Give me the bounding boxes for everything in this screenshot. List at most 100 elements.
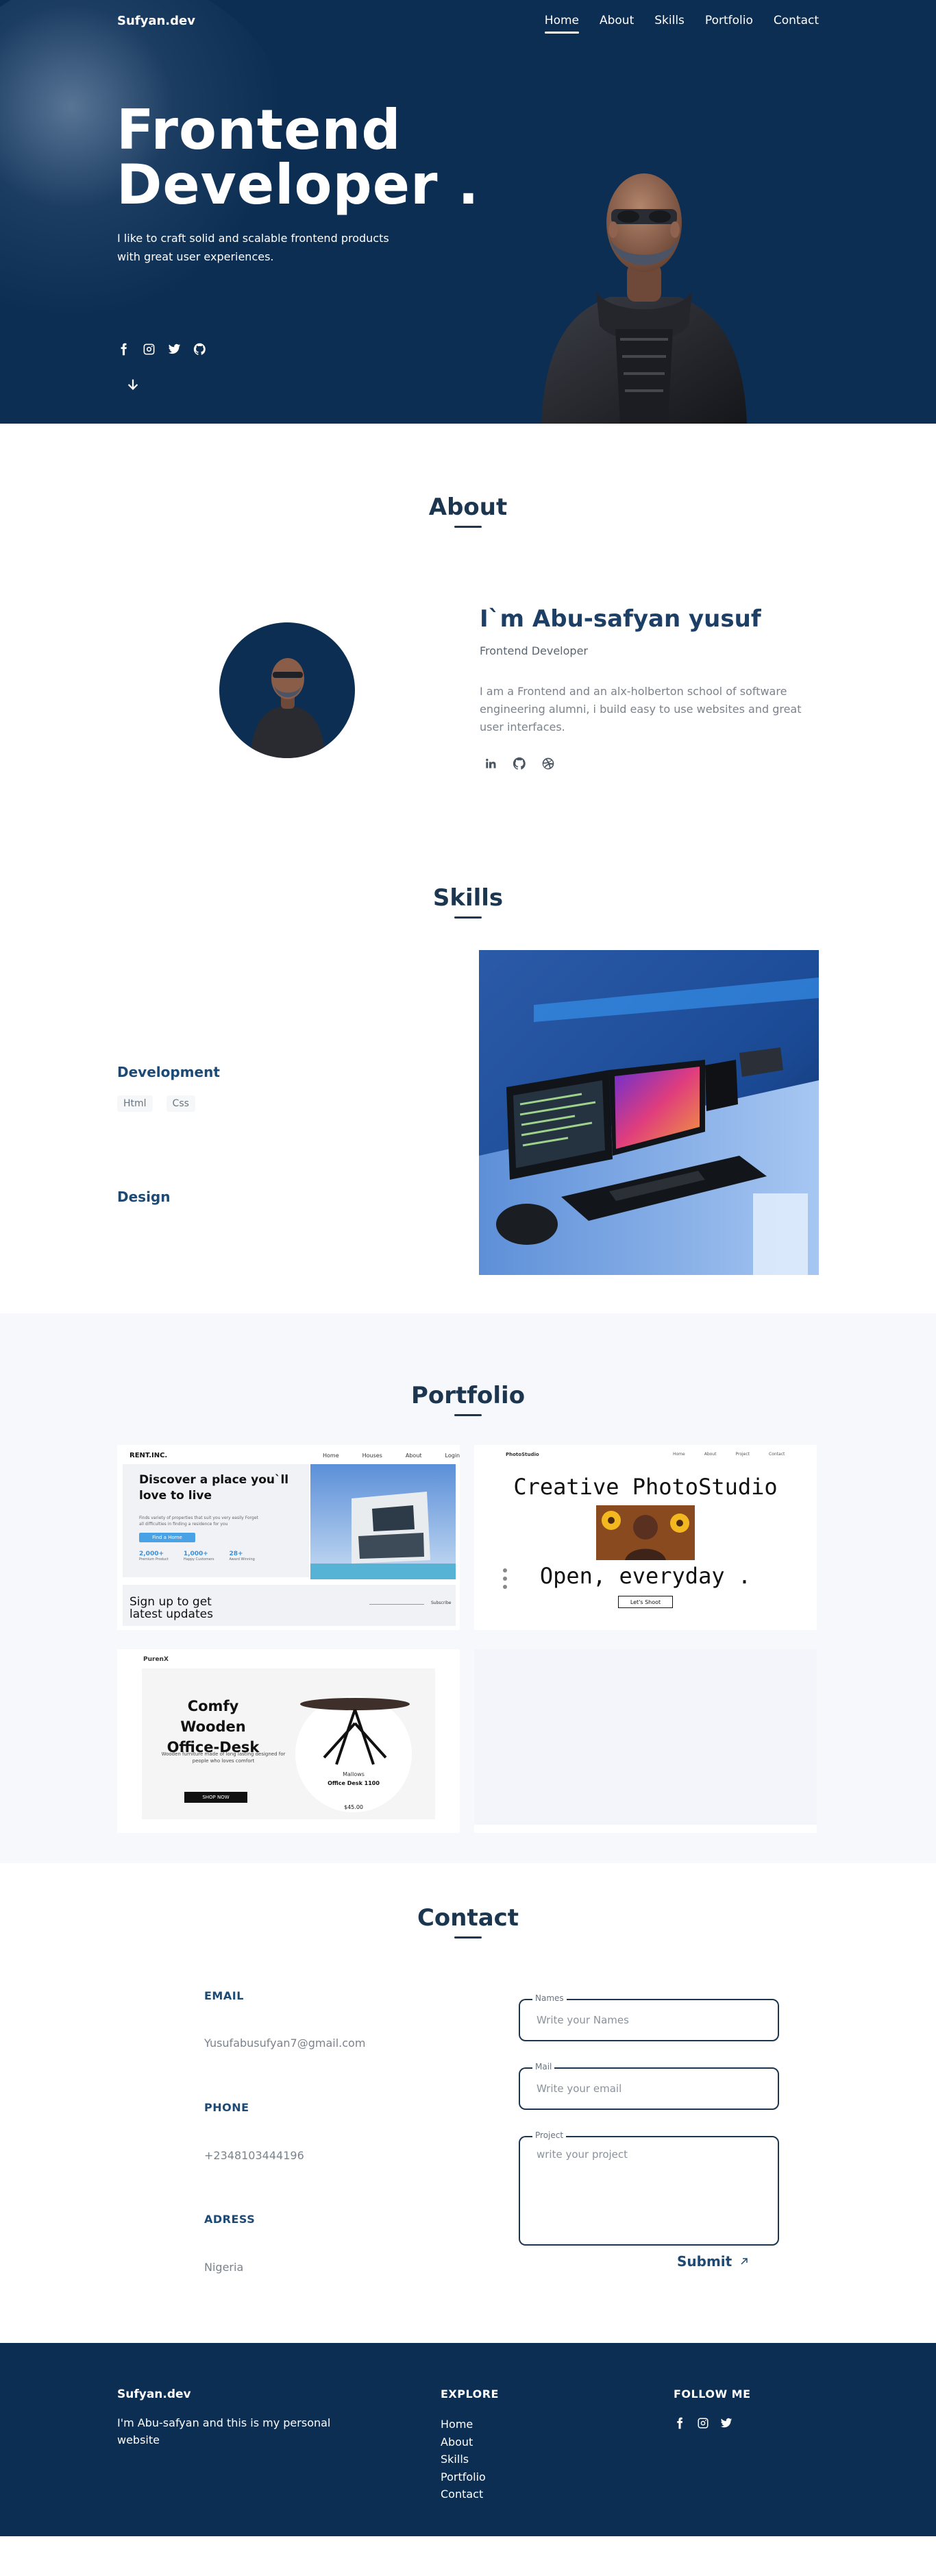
hero-social-links: [117, 343, 206, 356]
portfolio-title: Portfolio: [410, 1382, 526, 1409]
github-icon[interactable]: [193, 343, 206, 356]
workspace-photo: [479, 950, 819, 1275]
pager-dot: [503, 1585, 507, 1589]
arrow-up-right-icon: [739, 2256, 750, 2267]
portfolio-card-purenx[interactable]: PurenX Comfy Wooden Office-Desk Wooden f…: [117, 1649, 460, 1833]
skill-tag: Css: [166, 1095, 195, 1112]
about-avatar: [219, 622, 355, 758]
footer-brand[interactable]: Sufyan.dev: [117, 2387, 191, 2401]
dribbble-icon[interactable]: [541, 757, 555, 770]
photostudio-dots: [503, 1568, 507, 1589]
footer-link-contact[interactable]: Contact: [441, 2486, 486, 2503]
photostudio-heading: Creative PhotoStudio: [513, 1474, 778, 1500]
rent-nav-item: About: [405, 1453, 422, 1459]
photostudio-portrait: [596, 1505, 695, 1560]
footer-explore-heading: EXPLORE: [441, 2387, 499, 2401]
photostudio-nav-item: Contact: [769, 1452, 785, 1457]
nav-item-home[interactable]: Home: [544, 14, 580, 34]
project-textarea[interactable]: [520, 2137, 778, 2244]
pager-dot: [503, 1577, 507, 1581]
footer-link-skills[interactable]: Skills: [441, 2451, 486, 2468]
purenx-body: Wooden furniture made of long lasting de…: [161, 1751, 286, 1764]
rent-signup-heading: Sign up to get latest updates: [130, 1595, 213, 1621]
address-label: ADRESS: [204, 2213, 256, 2226]
rent-nav: Home Houses About Login: [323, 1453, 460, 1459]
photostudio-brand: PhotoStudio: [506, 1452, 539, 1457]
hero-section: Sufyan.dev Home About Skills Portfolio C…: [0, 0, 936, 424]
photostudio-nav: Home About Project Contact: [673, 1452, 785, 1457]
rent-signup: Sign up to get latest updates Subscribe: [123, 1585, 456, 1626]
portfolio-section: Portfolio RENT.INC. Home Houses About Lo…: [0, 1313, 936, 1863]
portfolio-card-photostudio[interactable]: PhotoStudio Home About Project Contact C…: [474, 1445, 817, 1630]
rent-nav-item: Houses: [362, 1453, 382, 1459]
rent-heading: Discover a place you`ll love to live: [139, 1472, 297, 1504]
about-title: About: [428, 494, 508, 521]
photostudio-sub: Open, everyday .: [539, 1563, 752, 1589]
footer-link-portfolio[interactable]: Portfolio: [441, 2468, 486, 2486]
skill-tag: Html: [117, 1095, 153, 1112]
skill-category-development: Development: [117, 1064, 220, 1080]
twitter-icon[interactable]: [720, 2417, 732, 2429]
footer-link-about[interactable]: About: [441, 2433, 486, 2451]
submit-button[interactable]: Submit: [677, 2253, 750, 2270]
purenx-product-brand: Mallows: [343, 1771, 365, 1777]
contact-section: Contact EMAIL Yusufabusufyan7@gmail.com …: [0, 1863, 936, 2343]
site-logo[interactable]: Sufyan.dev: [117, 14, 195, 28]
about-description: I am a Frontend and an alx-holberton sch…: [480, 685, 802, 733]
footer-link-home[interactable]: Home: [441, 2416, 486, 2433]
purenx-brand: PurenX: [143, 1656, 169, 1663]
contact-title-row: Contact: [0, 1904, 936, 1932]
instagram-icon[interactable]: [697, 2417, 709, 2429]
workspace-illustration: [479, 950, 819, 1275]
hero-avatar-illustration: [541, 173, 747, 424]
purenx-cta: SHOP NOW: [184, 1792, 247, 1803]
twitter-icon[interactable]: [168, 343, 181, 356]
email-value[interactable]: Yusufabusufyan7@gmail.com: [204, 2037, 365, 2050]
rent-login: Login: [445, 1453, 460, 1459]
instagram-icon[interactable]: [143, 343, 156, 356]
github-icon[interactable]: [513, 757, 526, 770]
names-field-label: Names: [532, 1993, 567, 2003]
nav-item-skills[interactable]: Skills: [654, 14, 685, 27]
purenx-price: $45.00: [344, 1804, 363, 1810]
rent-hero: Discover a place you`ll love to live Fin…: [123, 1464, 309, 1577]
rent-heading-line2: love to live: [139, 1489, 212, 1503]
about-title-row: About: [0, 494, 936, 521]
portfolio-card-placeholder[interactable]: [474, 1649, 817, 1833]
rent-stats: 2,000+ Premium Product 1,000+ Happy Custom…: [139, 1551, 255, 1562]
rent-nav-item: Home: [323, 1453, 339, 1459]
scroll-down-arrow-icon[interactable]: [125, 377, 140, 392]
facebook-icon[interactable]: [674, 2417, 686, 2429]
rent-stat: 2,000+ Premium Product: [139, 1551, 169, 1562]
submit-label: Submit: [677, 2253, 732, 2270]
skills-section: Skills Development Html Css Design: [0, 876, 936, 1313]
portfolio-card-rent[interactable]: RENT.INC. Home Houses About Login Discov…: [117, 1445, 460, 1630]
development-skill-tags: Html Css: [117, 1095, 195, 1112]
photostudio-cta: Let's Shoot: [618, 1596, 673, 1608]
contact-title: Contact: [417, 1904, 519, 1932]
rent-heading-line1: Discover a place you`ll: [139, 1473, 289, 1487]
top-navigation: Sufyan.dev Home About Skills Portfolio C…: [0, 0, 936, 42]
nav-item-portfolio[interactable]: Portfolio: [705, 14, 753, 27]
about-social-links: [484, 757, 555, 770]
facebook-icon[interactable]: [117, 343, 130, 356]
nav-item-contact[interactable]: Contact: [774, 14, 819, 27]
footer-explore-links: Home About Skills Portfolio Contact: [441, 2416, 486, 2503]
email-label: EMAIL: [204, 1989, 244, 2002]
names-input[interactable]: [520, 2000, 778, 2040]
rent-stat: 1,000+ Happy Customers: [183, 1551, 214, 1562]
photostudio-nav-item: Home: [673, 1452, 685, 1457]
rent-signup-input-line: [369, 1604, 424, 1605]
nav-item-about[interactable]: About: [600, 14, 634, 27]
nav-menu: Home About Skills Portfolio Contact: [544, 14, 819, 34]
footer-description: I'm Abu-safyan and this is my personal w…: [117, 2416, 331, 2446]
hero-tagline: I like to craft solid and scalable front…: [117, 232, 389, 263]
rent-cta: Find a Home: [139, 1533, 195, 1542]
rent-brand: RENT.INC.: [130, 1452, 168, 1459]
mail-field-label: Mail: [532, 2062, 555, 2071]
linkedin-icon[interactable]: [484, 757, 497, 770]
mail-input[interactable]: [520, 2069, 778, 2109]
site-footer: Sufyan.dev I'm Abu-safyan and this is my…: [0, 2343, 936, 2536]
phone-value[interactable]: +2348103444196: [204, 2149, 304, 2162]
about-avatar-illustration: [250, 658, 325, 758]
